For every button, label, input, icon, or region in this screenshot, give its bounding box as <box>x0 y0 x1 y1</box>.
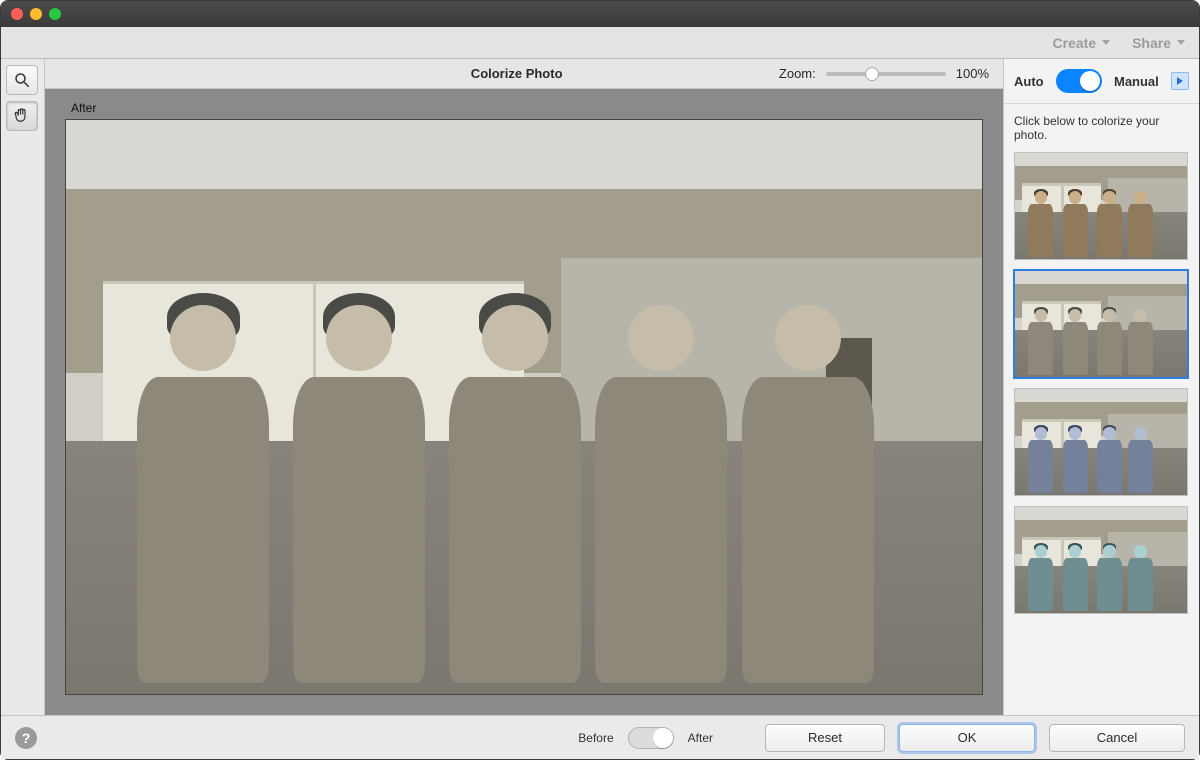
share-menu-label: Share <box>1132 35 1171 51</box>
panel-help-button[interactable] <box>1171 72 1189 90</box>
top-menubar: Create Share <box>1 27 1199 59</box>
before-label: Before <box>578 731 613 745</box>
zoom-label: Zoom: <box>779 66 816 81</box>
hand-icon <box>13 107 31 125</box>
app-window: Create Share Colorize Photo Zoom: <box>0 0 1200 760</box>
color-variant-list <box>1014 152 1189 614</box>
share-menu[interactable]: Share <box>1132 35 1185 51</box>
page-title: Colorize Photo <box>471 66 563 81</box>
ok-button-label: OK <box>958 730 977 745</box>
cancel-button-label: Cancel <box>1097 730 1137 745</box>
panel-hint: Click below to colorize your photo. <box>1014 114 1189 142</box>
color-variant-2[interactable] <box>1014 270 1188 378</box>
before-after-knob <box>653 728 673 748</box>
main-body: Colorize Photo Zoom: 100% After <box>1 59 1199 715</box>
color-variant-1[interactable] <box>1014 152 1188 260</box>
mode-auto-label: Auto <box>1014 74 1044 89</box>
magnifier-icon <box>13 71 31 89</box>
zoom-tool-button[interactable] <box>6 65 38 95</box>
reset-button[interactable]: Reset <box>765 724 885 752</box>
zoom-slider[interactable] <box>826 72 946 76</box>
left-toolbar <box>1 59 45 715</box>
create-menu[interactable]: Create <box>1052 35 1110 51</box>
mode-manual-label: Manual <box>1114 74 1159 89</box>
canvas-area: After <box>45 89 1003 715</box>
photo-canvas[interactable] <box>65 119 983 695</box>
after-label: After <box>688 731 713 745</box>
help-glyph: ? <box>22 730 31 746</box>
color-variant-4[interactable] <box>1014 506 1188 614</box>
hand-tool-button[interactable] <box>6 101 38 131</box>
auto-manual-toggle[interactable] <box>1056 69 1102 93</box>
minimize-window-button[interactable] <box>30 8 42 20</box>
help-button[interactable]: ? <box>15 727 37 749</box>
center-header: Colorize Photo Zoom: 100% <box>45 59 1003 89</box>
photo-content <box>66 120 982 694</box>
reset-button-label: Reset <box>808 730 842 745</box>
close-window-button[interactable] <box>11 8 23 20</box>
mode-switch-row: Auto Manual <box>1014 69 1189 93</box>
window-titlebar <box>1 1 1199 27</box>
cancel-button[interactable]: Cancel <box>1049 724 1185 752</box>
divider <box>1004 103 1199 104</box>
options-panel: Auto Manual Click below to colorize your… <box>1003 59 1199 715</box>
play-icon <box>1177 77 1183 85</box>
zoom-readout: 100% <box>956 66 989 81</box>
chevron-down-icon <box>1177 40 1185 45</box>
maximize-window-button[interactable] <box>49 8 61 20</box>
before-after-toggle[interactable] <box>628 727 674 749</box>
canvas-state-label: After <box>71 101 983 115</box>
zoom-slider-thumb[interactable] <box>865 67 879 81</box>
center-pane: Colorize Photo Zoom: 100% After <box>45 59 1003 715</box>
zoom-control: Zoom: 100% <box>779 66 989 81</box>
toggle-knob <box>1080 71 1100 91</box>
color-variant-3[interactable] <box>1014 388 1188 496</box>
create-menu-label: Create <box>1052 35 1096 51</box>
traffic-lights <box>11 8 61 20</box>
ok-button[interactable]: OK <box>899 724 1035 752</box>
chevron-down-icon <box>1102 40 1110 45</box>
bottom-bar: ? Before After Reset OK Cancel <box>1 715 1199 759</box>
